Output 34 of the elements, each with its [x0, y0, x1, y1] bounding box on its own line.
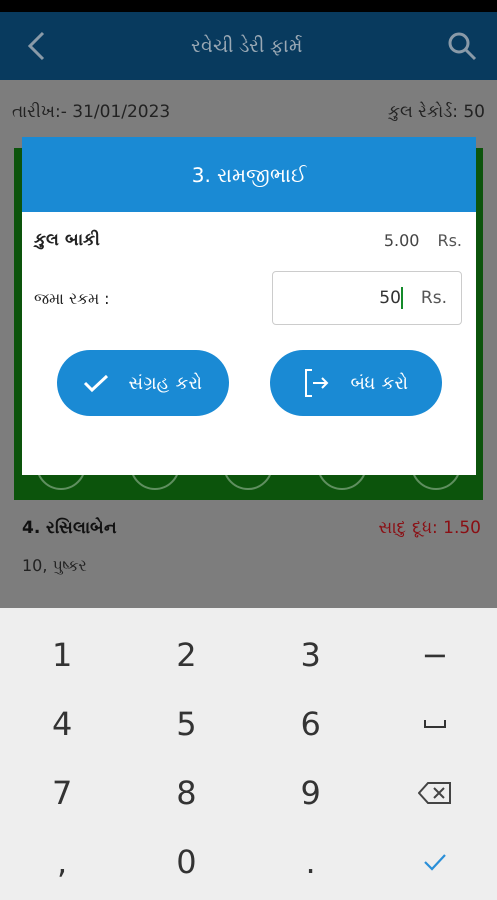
exit-icon [302, 368, 331, 398]
key[interactable]: 7 [0, 758, 124, 827]
check-icon [422, 852, 447, 870]
dialog-title: 3. રામજીભાઈ [192, 162, 306, 186]
app-title: રવેચી ડેરી ફાર્મ [190, 35, 302, 57]
space-icon [424, 718, 446, 728]
search-icon[interactable] [447, 31, 477, 61]
record-count: કુલ રેકોર્ડ: 50 [388, 102, 485, 124]
date-text: તારીખ:- 31/01/2023 [12, 102, 170, 124]
milk-amount: સાદુ દૂધ: 1.50 [378, 518, 481, 538]
backspace-icon [418, 782, 452, 804]
balance-label: કુલ બાકી [34, 230, 100, 250]
key[interactable]: 9 [248, 758, 373, 827]
key[interactable]: 8 [124, 758, 248, 827]
key[interactable]: 2 [124, 620, 248, 689]
key[interactable]: . [248, 827, 373, 896]
input-field[interactable]: 50 Rs. [272, 271, 462, 325]
deposit-label: જમા રકમ : [34, 288, 110, 308]
key[interactable]: , [0, 827, 124, 896]
currency-unit: Rs. [437, 230, 462, 250]
key[interactable]: 4 [0, 689, 124, 758]
back-icon[interactable] [26, 30, 46, 62]
key[interactable]: 5 [124, 689, 248, 758]
key[interactable]: 1 [0, 620, 124, 689]
close-button[interactable]: બંધ કરો [270, 350, 442, 416]
entry-address: 10, પુષ્કર [22, 556, 88, 575]
entry-name: 4. રસિલાબેન [22, 518, 118, 538]
key[interactable]: 6 [248, 689, 373, 758]
key[interactable]: 3 [248, 620, 373, 689]
key[interactable]: 0 [124, 827, 248, 896]
key[interactable]: − [372, 620, 497, 689]
balance-value: 5.00 [384, 230, 420, 250]
check-icon [82, 373, 109, 393]
save-button[interactable]: સંગ્રહ કરો [56, 350, 228, 416]
